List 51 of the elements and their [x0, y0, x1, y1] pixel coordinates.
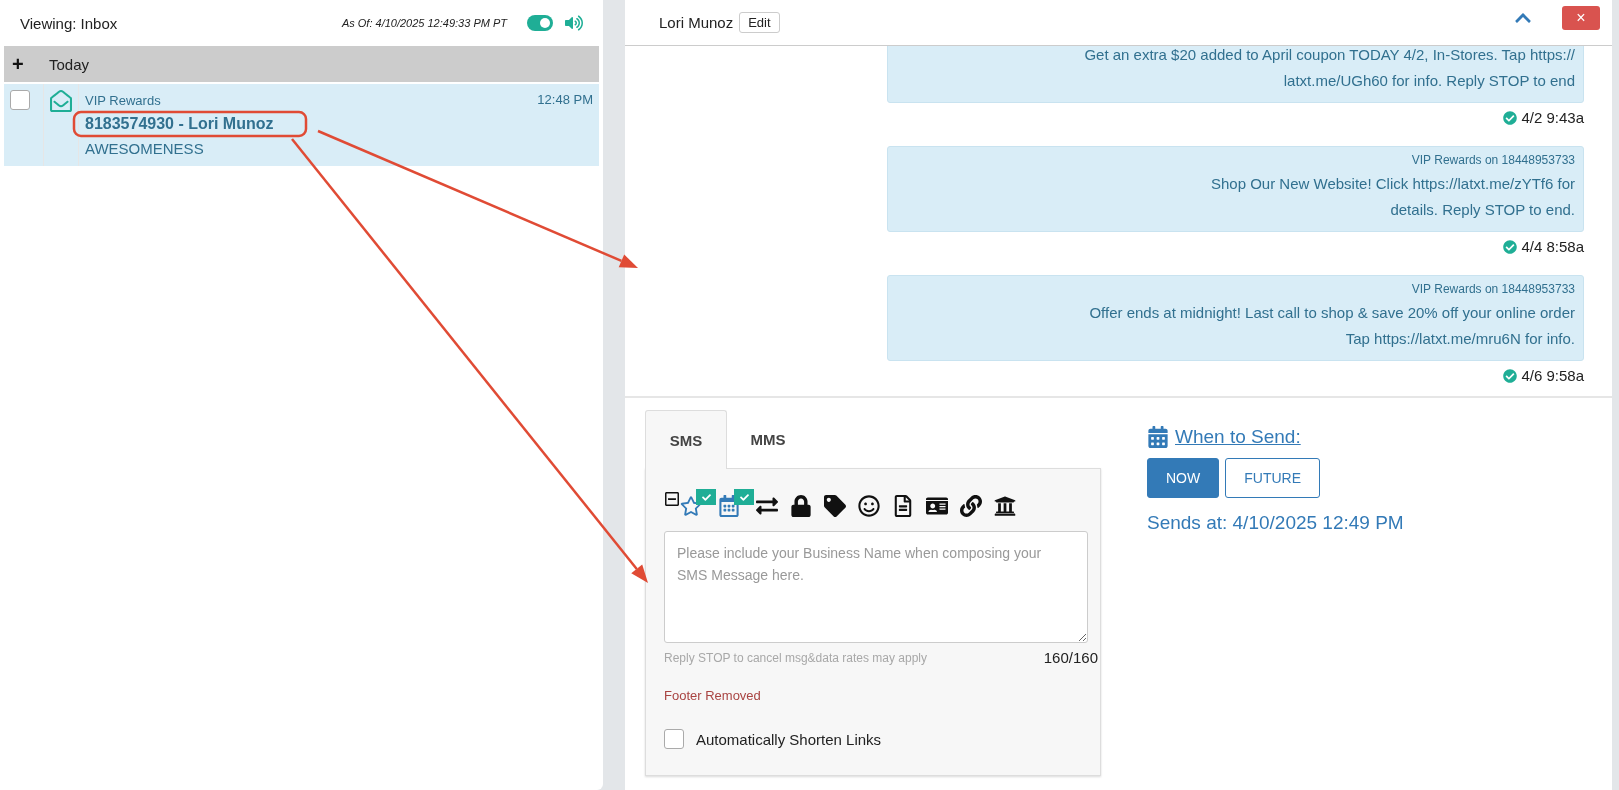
calendar-check-icon[interactable] — [718, 489, 754, 517]
message-sender: VIP Rewards on 18448953733 — [1410, 153, 1575, 167]
link-icon[interactable] — [960, 495, 982, 517]
message-timestamp: 4/6 9:58a — [1521, 367, 1584, 384]
swap-arrows-icon[interactable] — [756, 495, 778, 517]
message-sender: VIP Rewards on 18448953733 — [1410, 282, 1575, 296]
message-row[interactable]: VIP Rewards 8183574930 - Lori Munoz AWESOMENESS 12:48 PM — [4, 84, 599, 166]
send-option-button[interactable]: NOW — [1147, 458, 1220, 498]
message-text: latxt.me/UGh60 for info. Reply STOP to end — [1282, 71, 1575, 91]
character-counter: 160/160 — [1043, 649, 1098, 666]
message-text: Offer ends at midnight! Last call to shop & save 20% off your online order — [1088, 303, 1575, 323]
contact-card-icon[interactable] — [926, 495, 948, 517]
expand-toggle[interactable]: + — [4, 52, 49, 76]
speaker-icon[interactable] — [565, 14, 583, 32]
shorten-links-checkbox[interactable] — [664, 729, 684, 749]
message-text: Get an extra $20 added to April coupon TODAY 4/2, In-Stores. Tap https:// — [1083, 46, 1575, 65]
group-header[interactable]: + Today — [4, 46, 599, 82]
row-checkbox[interactable] — [10, 90, 30, 110]
lock-icon[interactable] — [790, 495, 812, 517]
sends-at-text: Sends at: 4/10/2025 12:49 PM — [1147, 512, 1404, 534]
sender-name: VIP Rewards — [85, 93, 161, 108]
calendar-icon — [1147, 426, 1169, 448]
message-time: 12:48 PM — [537, 92, 593, 107]
star-check-icon[interactable] — [680, 489, 716, 517]
when-to-send-link[interactable]: When to Send: — [1147, 426, 1301, 448]
inbox-title: Viewing: Inbox — [20, 14, 119, 32]
contact-name: Lori Munoz — [659, 14, 734, 31]
edit-button[interactable]: Edit — [739, 12, 780, 33]
tag-icon[interactable] — [824, 495, 846, 517]
close-button[interactable]: × — [1562, 5, 1600, 30]
as-of-timestamp: As Of: 4/10/2025 12:49:33 PM PT — [341, 17, 507, 29]
collapse-icon[interactable] — [664, 491, 680, 507]
footer-status: Footer Removed — [664, 688, 761, 703]
bank-icon[interactable] — [994, 495, 1016, 517]
smiley-icon[interactable] — [858, 495, 880, 517]
message-text: details. Reply STOP to end. — [1389, 200, 1575, 220]
message-timestamp: 4/4 8:58a — [1521, 238, 1584, 255]
envelope-open-icon — [50, 90, 72, 112]
message-text: Shop Our New Website! Click https://latxt.me/zYTf6 for — [1210, 174, 1575, 194]
group-label: Today — [49, 55, 90, 73]
document-icon[interactable] — [892, 495, 914, 517]
compose-tab[interactable]: SMS — [645, 410, 727, 469]
contact-name: 8183574930 - Lori Munoz — [85, 114, 274, 133]
checkbox-label: Automatically Shorten Links — [696, 730, 882, 748]
live-update-toggle[interactable] — [527, 15, 553, 31]
send-option-button[interactable]: FUTURE — [1225, 458, 1320, 498]
message-preview: AWESOMENESS — [85, 140, 204, 157]
message-timestamp: 4/2 9:43a — [1521, 109, 1584, 126]
footer-hint: Reply STOP to cancel msg&data rates may apply — [664, 650, 927, 665]
message-text: Tap https://latxt.me/mru6N for info. — [1344, 329, 1575, 349]
message-input[interactable]: Please include your Business Name when composing your SMS Message here. — [664, 531, 1088, 643]
